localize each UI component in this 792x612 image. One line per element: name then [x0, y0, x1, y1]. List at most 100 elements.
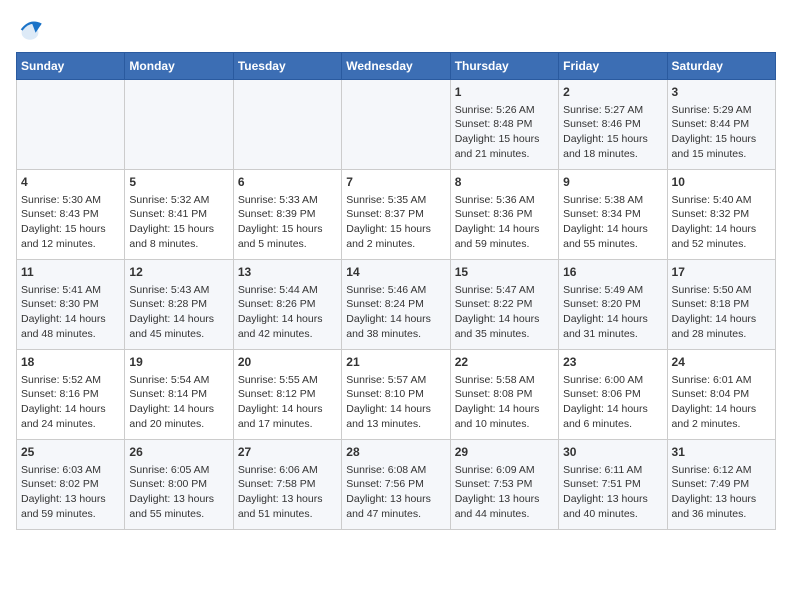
day-content: Sunrise: 6:08 AM Sunset: 7:56 PM Dayligh…: [346, 463, 445, 522]
calendar-cell: 27 Sunrise: 6:06 AM Sunset: 7:58 PM Dayli…: [233, 440, 341, 530]
day-number: 22: [455, 354, 554, 371]
calendar-cell: 10 Sunrise: 5:40 AM Sunset: 8:32 PM Dayli…: [667, 170, 775, 260]
day-number: 2: [563, 84, 662, 101]
day-content: Sunrise: 6:12 AM Sunset: 7:49 PM Dayligh…: [672, 463, 771, 522]
calendar-table: SundayMondayTuesdayWednesdayThursdayFrid…: [16, 52, 776, 530]
header-thursday: Thursday: [450, 53, 558, 80]
page-header: [16, 16, 776, 44]
calendar-cell: 24 Sunrise: 6:01 AM Sunset: 8:04 PM Dayli…: [667, 350, 775, 440]
day-content: Sunrise: 5:33 AM Sunset: 8:39 PM Dayligh…: [238, 193, 337, 252]
calendar-cell: 15 Sunrise: 5:47 AM Sunset: 8:22 PM Dayli…: [450, 260, 558, 350]
day-content: Sunrise: 5:40 AM Sunset: 8:32 PM Dayligh…: [672, 193, 771, 252]
calendar-cell: 12Sunrise: 5:43 AM Sunset: 8:28 PM Dayli…: [125, 260, 233, 350]
day-number: 23: [563, 354, 662, 371]
week-row-1: 1Sunrise: 5:26 AM Sunset: 8:48 PM Daylig…: [17, 80, 776, 170]
day-content: Sunrise: 5:41 AM Sunset: 8:30 PM Dayligh…: [21, 283, 120, 342]
day-content: Sunrise: 6:05 AM Sunset: 8:00 PM Dayligh…: [129, 463, 228, 522]
week-row-5: 25 Sunrise: 6:03 AM Sunset: 8:02 PM Dayli…: [17, 440, 776, 530]
day-content: Sunrise: 5:50 AM Sunset: 8:18 PM Dayligh…: [672, 283, 771, 342]
calendar-header: SundayMondayTuesdayWednesdayThursdayFrid…: [17, 53, 776, 80]
calendar-cell: 5 Sunrise: 5:32 AM Sunset: 8:41 PM Daylig…: [125, 170, 233, 260]
day-number: 27: [238, 444, 337, 461]
calendar-cell: 8 Sunrise: 5:36 AM Sunset: 8:36 PM Daylig…: [450, 170, 558, 260]
day-number: 3: [672, 84, 771, 101]
calendar-cell: 23 Sunrise: 6:00 AM Sunset: 8:06 PM Dayli…: [559, 350, 667, 440]
day-number: 18: [21, 354, 120, 371]
day-number: 16: [563, 264, 662, 281]
day-content: Sunrise: 6:01 AM Sunset: 8:04 PM Dayligh…: [672, 373, 771, 432]
header-monday: Monday: [125, 53, 233, 80]
day-content: Sunrise: 6:03 AM Sunset: 8:02 PM Dayligh…: [21, 463, 120, 522]
calendar-cell: [17, 80, 125, 170]
day-content: Sunrise: 5:36 AM Sunset: 8:36 PM Dayligh…: [455, 193, 554, 252]
day-content: Sunrise: 6:09 AM Sunset: 7:53 PM Dayligh…: [455, 463, 554, 522]
logo-icon: [16, 16, 44, 44]
calendar-body: 1Sunrise: 5:26 AM Sunset: 8:48 PM Daylig…: [17, 80, 776, 530]
day-number: 5: [129, 174, 228, 191]
day-content: Sunrise: 5:46 AM Sunset: 8:24 PM Dayligh…: [346, 283, 445, 342]
day-number: 21: [346, 354, 445, 371]
calendar-cell: 14Sunrise: 5:46 AM Sunset: 8:24 PM Dayli…: [342, 260, 450, 350]
day-content: Sunrise: 5:32 AM Sunset: 8:41 PM Dayligh…: [129, 193, 228, 252]
calendar-cell: 13Sunrise: 5:44 AM Sunset: 8:26 PM Dayli…: [233, 260, 341, 350]
calendar-cell: 18 Sunrise: 5:52 AM Sunset: 8:16 PM Dayli…: [17, 350, 125, 440]
calendar-cell: 17 Sunrise: 5:50 AM Sunset: 8:18 PM Dayli…: [667, 260, 775, 350]
header-tuesday: Tuesday: [233, 53, 341, 80]
day-content: Sunrise: 5:38 AM Sunset: 8:34 PM Dayligh…: [563, 193, 662, 252]
day-content: Sunrise: 5:57 AM Sunset: 8:10 PM Dayligh…: [346, 373, 445, 432]
day-number: 28: [346, 444, 445, 461]
logo: [16, 16, 48, 44]
calendar-cell: 19Sunrise: 5:54 AM Sunset: 8:14 PM Dayli…: [125, 350, 233, 440]
day-number: 15: [455, 264, 554, 281]
day-number: 17: [672, 264, 771, 281]
calendar-cell: 1Sunrise: 5:26 AM Sunset: 8:48 PM Daylig…: [450, 80, 558, 170]
day-number: 6: [238, 174, 337, 191]
calendar-cell: 21 Sunrise: 5:57 AM Sunset: 8:10 PM Dayli…: [342, 350, 450, 440]
calendar-cell: 4 Sunrise: 5:30 AM Sunset: 8:43 PM Daylig…: [17, 170, 125, 260]
day-content: Sunrise: 5:35 AM Sunset: 8:37 PM Dayligh…: [346, 193, 445, 252]
header-saturday: Saturday: [667, 53, 775, 80]
day-number: 31: [672, 444, 771, 461]
day-content: Sunrise: 5:26 AM Sunset: 8:48 PM Dayligh…: [455, 103, 554, 162]
day-number: 9: [563, 174, 662, 191]
day-content: Sunrise: 5:29 AM Sunset: 8:44 PM Dayligh…: [672, 103, 771, 162]
day-number: 12: [129, 264, 228, 281]
day-number: 24: [672, 354, 771, 371]
day-content: Sunrise: 6:11 AM Sunset: 7:51 PM Dayligh…: [563, 463, 662, 522]
day-number: 20: [238, 354, 337, 371]
calendar-cell: 31 Sunrise: 6:12 AM Sunset: 7:49 PM Dayli…: [667, 440, 775, 530]
calendar-cell: 28 Sunrise: 6:08 AM Sunset: 7:56 PM Dayli…: [342, 440, 450, 530]
week-row-4: 18 Sunrise: 5:52 AM Sunset: 8:16 PM Dayli…: [17, 350, 776, 440]
day-content: Sunrise: 5:54 AM Sunset: 8:14 PM Dayligh…: [129, 373, 228, 432]
day-content: Sunrise: 5:30 AM Sunset: 8:43 PM Dayligh…: [21, 193, 120, 252]
calendar-cell: 9 Sunrise: 5:38 AM Sunset: 8:34 PM Daylig…: [559, 170, 667, 260]
calendar-cell: 26 Sunrise: 6:05 AM Sunset: 8:00 PM Dayli…: [125, 440, 233, 530]
day-content: Sunrise: 5:58 AM Sunset: 8:08 PM Dayligh…: [455, 373, 554, 432]
calendar-cell: [233, 80, 341, 170]
day-number: 13: [238, 264, 337, 281]
calendar-cell: 6 Sunrise: 5:33 AM Sunset: 8:39 PM Daylig…: [233, 170, 341, 260]
day-number: 26: [129, 444, 228, 461]
day-number: 25: [21, 444, 120, 461]
calendar-cell: 22 Sunrise: 5:58 AM Sunset: 8:08 PM Dayli…: [450, 350, 558, 440]
day-content: Sunrise: 5:47 AM Sunset: 8:22 PM Dayligh…: [455, 283, 554, 342]
calendar-cell: 2Sunrise: 5:27 AM Sunset: 8:46 PM Daylig…: [559, 80, 667, 170]
day-content: Sunrise: 6:06 AM Sunset: 7:58 PM Dayligh…: [238, 463, 337, 522]
day-number: 4: [21, 174, 120, 191]
calendar-cell: 25 Sunrise: 6:03 AM Sunset: 8:02 PM Dayli…: [17, 440, 125, 530]
day-number: 10: [672, 174, 771, 191]
day-number: 30: [563, 444, 662, 461]
day-content: Sunrise: 6:00 AM Sunset: 8:06 PM Dayligh…: [563, 373, 662, 432]
day-number: 8: [455, 174, 554, 191]
calendar-cell: 30 Sunrise: 6:11 AM Sunset: 7:51 PM Dayli…: [559, 440, 667, 530]
day-content: Sunrise: 5:49 AM Sunset: 8:20 PM Dayligh…: [563, 283, 662, 342]
calendar-cell: 20Sunrise: 5:55 AM Sunset: 8:12 PM Dayli…: [233, 350, 341, 440]
calendar-cell: 11Sunrise: 5:41 AM Sunset: 8:30 PM Dayli…: [17, 260, 125, 350]
calendar-cell: [342, 80, 450, 170]
header-sunday: Sunday: [17, 53, 125, 80]
calendar-cell: 7 Sunrise: 5:35 AM Sunset: 8:37 PM Daylig…: [342, 170, 450, 260]
header-wednesday: Wednesday: [342, 53, 450, 80]
header-row: SundayMondayTuesdayWednesdayThursdayFrid…: [17, 53, 776, 80]
day-content: Sunrise: 5:52 AM Sunset: 8:16 PM Dayligh…: [21, 373, 120, 432]
day-number: 7: [346, 174, 445, 191]
